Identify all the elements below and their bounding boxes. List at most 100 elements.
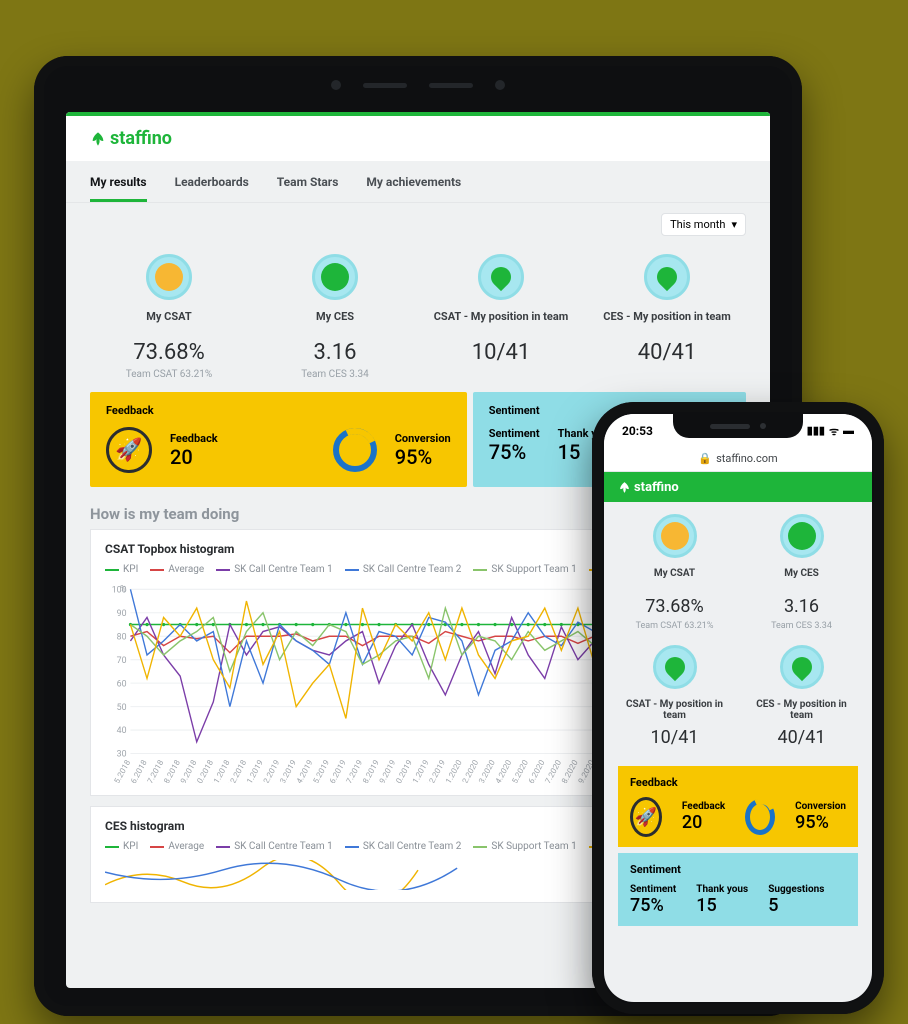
- metric-title: My CES: [745, 568, 858, 590]
- metric-csat-position[interactable]: CSAT - My position in team 10/41: [422, 246, 580, 388]
- metric-title: CSAT - My position in team: [428, 310, 574, 334]
- pin-icon: [478, 254, 524, 300]
- legend-item[interactable]: SK Support Team 1: [473, 841, 576, 852]
- metric-ces[interactable]: My CES 3.16 Team CES 3.34: [745, 514, 858, 631]
- kpi-label: Conversion: [395, 432, 451, 445]
- metric-value: 3.16: [745, 596, 858, 617]
- feedback-panel[interactable]: Feedback 🚀 Feedback 20 Conversion 95%: [90, 392, 467, 487]
- tab-leaderboards[interactable]: Leaderboards: [175, 175, 249, 202]
- phone-brand-bar: staffino: [604, 472, 872, 502]
- period-label: This month: [670, 218, 725, 231]
- tabs-row: My results Leaderboards Team Stars My ac…: [66, 161, 770, 203]
- metric-title: CSAT - My position in team: [618, 699, 731, 721]
- metric-title: My CSAT: [96, 310, 242, 334]
- svg-text:60: 60: [117, 679, 127, 689]
- metric-csat[interactable]: My CSAT 73.68% Team CSAT 63.21%: [90, 246, 248, 388]
- legend-item[interactable]: SK Call Centre Team 1: [216, 841, 333, 852]
- metric-csat-position[interactable]: CSAT - My position in team 10/41: [618, 645, 731, 752]
- kpi-value: 95%: [795, 812, 846, 833]
- kpi-value: 5: [768, 895, 824, 916]
- lock-icon: 🔒: [698, 452, 712, 465]
- metric-value: 73.68%: [618, 596, 731, 617]
- metric-title: CES - My position in team: [745, 699, 858, 721]
- gauge-icon: [653, 514, 697, 558]
- kpi-label: Feedback: [170, 432, 218, 445]
- metric-ces[interactable]: My CES 3.16 Team CES 3.34: [256, 246, 414, 388]
- svg-text:%: %: [120, 584, 127, 594]
- kpi-value: 75%: [489, 440, 540, 464]
- phone-content: My CSAT 73.68% Team CSAT 63.21% My CES 3…: [604, 502, 872, 938]
- tablet-hardware: [318, 78, 518, 92]
- status-clock: 20:53: [622, 424, 653, 438]
- legend-item[interactable]: KPI: [105, 841, 138, 852]
- pin-icon: [644, 254, 690, 300]
- metric-sub: Team CES 3.34: [745, 621, 858, 631]
- svg-text:90: 90: [117, 609, 127, 619]
- panel-title: Feedback: [106, 404, 451, 417]
- kpi-label: Thank yous: [696, 884, 748, 895]
- metric-ces-position[interactable]: CES - My position in team 40/41: [588, 246, 746, 388]
- svg-text:40: 40: [117, 726, 127, 736]
- metric-value: 40/41: [594, 340, 740, 365]
- gauge-icon: [146, 254, 192, 300]
- signal-icon: ▮▮▮: [807, 424, 825, 439]
- feedback-panel[interactable]: Feedback 🚀 Feedback 20 Conversion 95%: [618, 766, 858, 847]
- legend-item[interactable]: SK Call Centre Team 2: [345, 564, 462, 575]
- legend-item[interactable]: Average: [150, 564, 204, 575]
- kpi-value: 20: [682, 812, 725, 833]
- metric-sub: Team CES 3.34: [262, 369, 408, 380]
- phone-device-frame: 20:53 ▮▮▮ ᯤ ▬ 🔒 staffino.com staffino My…: [592, 402, 884, 1014]
- legend-item[interactable]: Average: [150, 841, 204, 852]
- phone-screen: 20:53 ▮▮▮ ᯤ ▬ 🔒 staffino.com staffino My…: [604, 414, 872, 1002]
- status-icons: ▮▮▮ ᯤ ▬: [807, 424, 854, 439]
- rocket-icon: 🚀: [106, 427, 152, 473]
- metric-title: My CSAT: [618, 568, 731, 590]
- brand-logo[interactable]: staffino: [618, 480, 679, 495]
- kpi-value: 75%: [630, 895, 676, 916]
- kpi-label: Conversion: [795, 801, 846, 812]
- period-row: This month ▾: [66, 203, 770, 246]
- tab-achievements[interactable]: My achievements: [366, 175, 461, 202]
- leaf-icon: [618, 481, 631, 494]
- svg-text:30: 30: [117, 749, 127, 759]
- period-dropdown[interactable]: This month ▾: [661, 213, 746, 236]
- panel-title: Sentiment: [630, 863, 846, 876]
- tab-my-results[interactable]: My results: [90, 175, 147, 202]
- metrics-row: My CSAT 73.68% Team CSAT 63.21% My CES 3…: [66, 246, 770, 388]
- wifi-icon: ᯤ: [829, 424, 839, 439]
- metric-sub: Team CSAT 63.21%: [96, 369, 242, 380]
- battery-icon: ▬: [843, 424, 854, 439]
- legend-item[interactable]: SK Support Team 1: [473, 564, 576, 575]
- metric-title: CES - My position in team: [594, 310, 740, 334]
- svg-text:70: 70: [117, 656, 127, 666]
- metric-ces-position[interactable]: CES - My position in team 40/41: [745, 645, 858, 752]
- legend-item[interactable]: SK Call Centre Team 1: [216, 564, 333, 575]
- address-bar[interactable]: 🔒 staffino.com: [604, 448, 872, 472]
- conversion-ring-icon: [745, 799, 775, 835]
- svg-text:80: 80: [117, 632, 127, 642]
- rocket-icon: 🚀: [630, 797, 662, 837]
- tab-team-stars[interactable]: Team Stars: [277, 175, 339, 202]
- kpi-label: Sentiment: [630, 884, 676, 895]
- address-text: staffino.com: [716, 452, 778, 465]
- sentiment-panel[interactable]: Sentiment Sentiment 75% Thank yous 15 Su…: [618, 853, 858, 926]
- chevron-down-icon: ▾: [731, 218, 737, 231]
- kpi-value: 15: [696, 895, 748, 916]
- pin-icon: [653, 645, 697, 689]
- metric-sub: Team CSAT 63.21%: [618, 621, 731, 631]
- kpi-label: Feedback: [682, 801, 725, 812]
- kpi-value: 95%: [395, 445, 451, 469]
- metric-value: 73.68%: [96, 340, 242, 365]
- metric-title: My CES: [262, 310, 408, 334]
- brand-text: staffino: [634, 480, 679, 495]
- legend-item[interactable]: KPI: [105, 564, 138, 575]
- svg-text:50: 50: [117, 703, 127, 713]
- legend-item[interactable]: SK Call Centre Team 2: [345, 841, 462, 852]
- metric-csat[interactable]: My CSAT 73.68% Team CSAT 63.21%: [618, 514, 731, 631]
- conversion-ring-icon: [333, 428, 377, 472]
- brand-text: staffino: [110, 128, 172, 149]
- metric-value: 10/41: [618, 727, 731, 748]
- chat-icon: [312, 254, 358, 300]
- panel-title: Feedback: [630, 776, 846, 789]
- brand-logo[interactable]: staffino: [90, 128, 746, 149]
